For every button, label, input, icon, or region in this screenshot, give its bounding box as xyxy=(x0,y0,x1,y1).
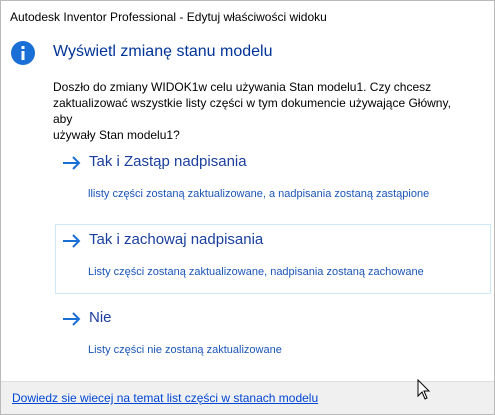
command-title: Nie xyxy=(89,309,112,326)
main-instruction: Wyświetl zmianę stanu modelu xyxy=(53,43,273,60)
command-description: Listy części nie zostaną zaktualizowane xyxy=(88,344,282,356)
content-line: używały Stan modelu1? xyxy=(53,128,180,142)
arrow-right-icon xyxy=(63,234,81,248)
arrow-right-icon xyxy=(63,156,81,170)
command-description: Listy części zostaną zaktualizowane, nad… xyxy=(88,266,424,278)
content-line: zaktualizować wszystkie listy części w t… xyxy=(53,96,451,126)
command-link-no[interactable]: Nie Listy części nie zostaną zaktualizow… xyxy=(55,302,491,372)
info-icon xyxy=(11,41,35,65)
arrow-right-icon xyxy=(63,312,81,326)
content-line: Doszło do zmiany WIDOK1w celu używania S… xyxy=(53,80,432,94)
learn-more-link[interactable]: Dowiedz sie wiecej na temat list części … xyxy=(12,391,318,405)
mouse-cursor-icon xyxy=(417,379,431,400)
command-title: Tak i zachowaj nadpisania xyxy=(89,231,264,248)
command-description: llisty części zostaną zaktualizowane, a … xyxy=(88,188,430,200)
dialog-header: Wyświetl zmianę stanu modelu xyxy=(1,39,494,69)
content-text: Doszło do zmiany WIDOK1w celu używania S… xyxy=(53,79,473,143)
window-title: Autodesk Inventor Professional - Edytuj … xyxy=(10,10,327,24)
title-bar[interactable]: Autodesk Inventor Professional - Edytuj … xyxy=(1,1,494,31)
command-title: Tak i Zastąp nadpisania xyxy=(89,153,247,170)
task-dialog-window: Autodesk Inventor Professional - Edytuj … xyxy=(0,0,495,415)
command-link-yes-keep[interactable]: Tak i zachowaj nadpisania Listy części z… xyxy=(55,224,491,294)
command-link-yes-replace[interactable]: Tak i Zastąp nadpisania llisty części zo… xyxy=(55,146,491,216)
